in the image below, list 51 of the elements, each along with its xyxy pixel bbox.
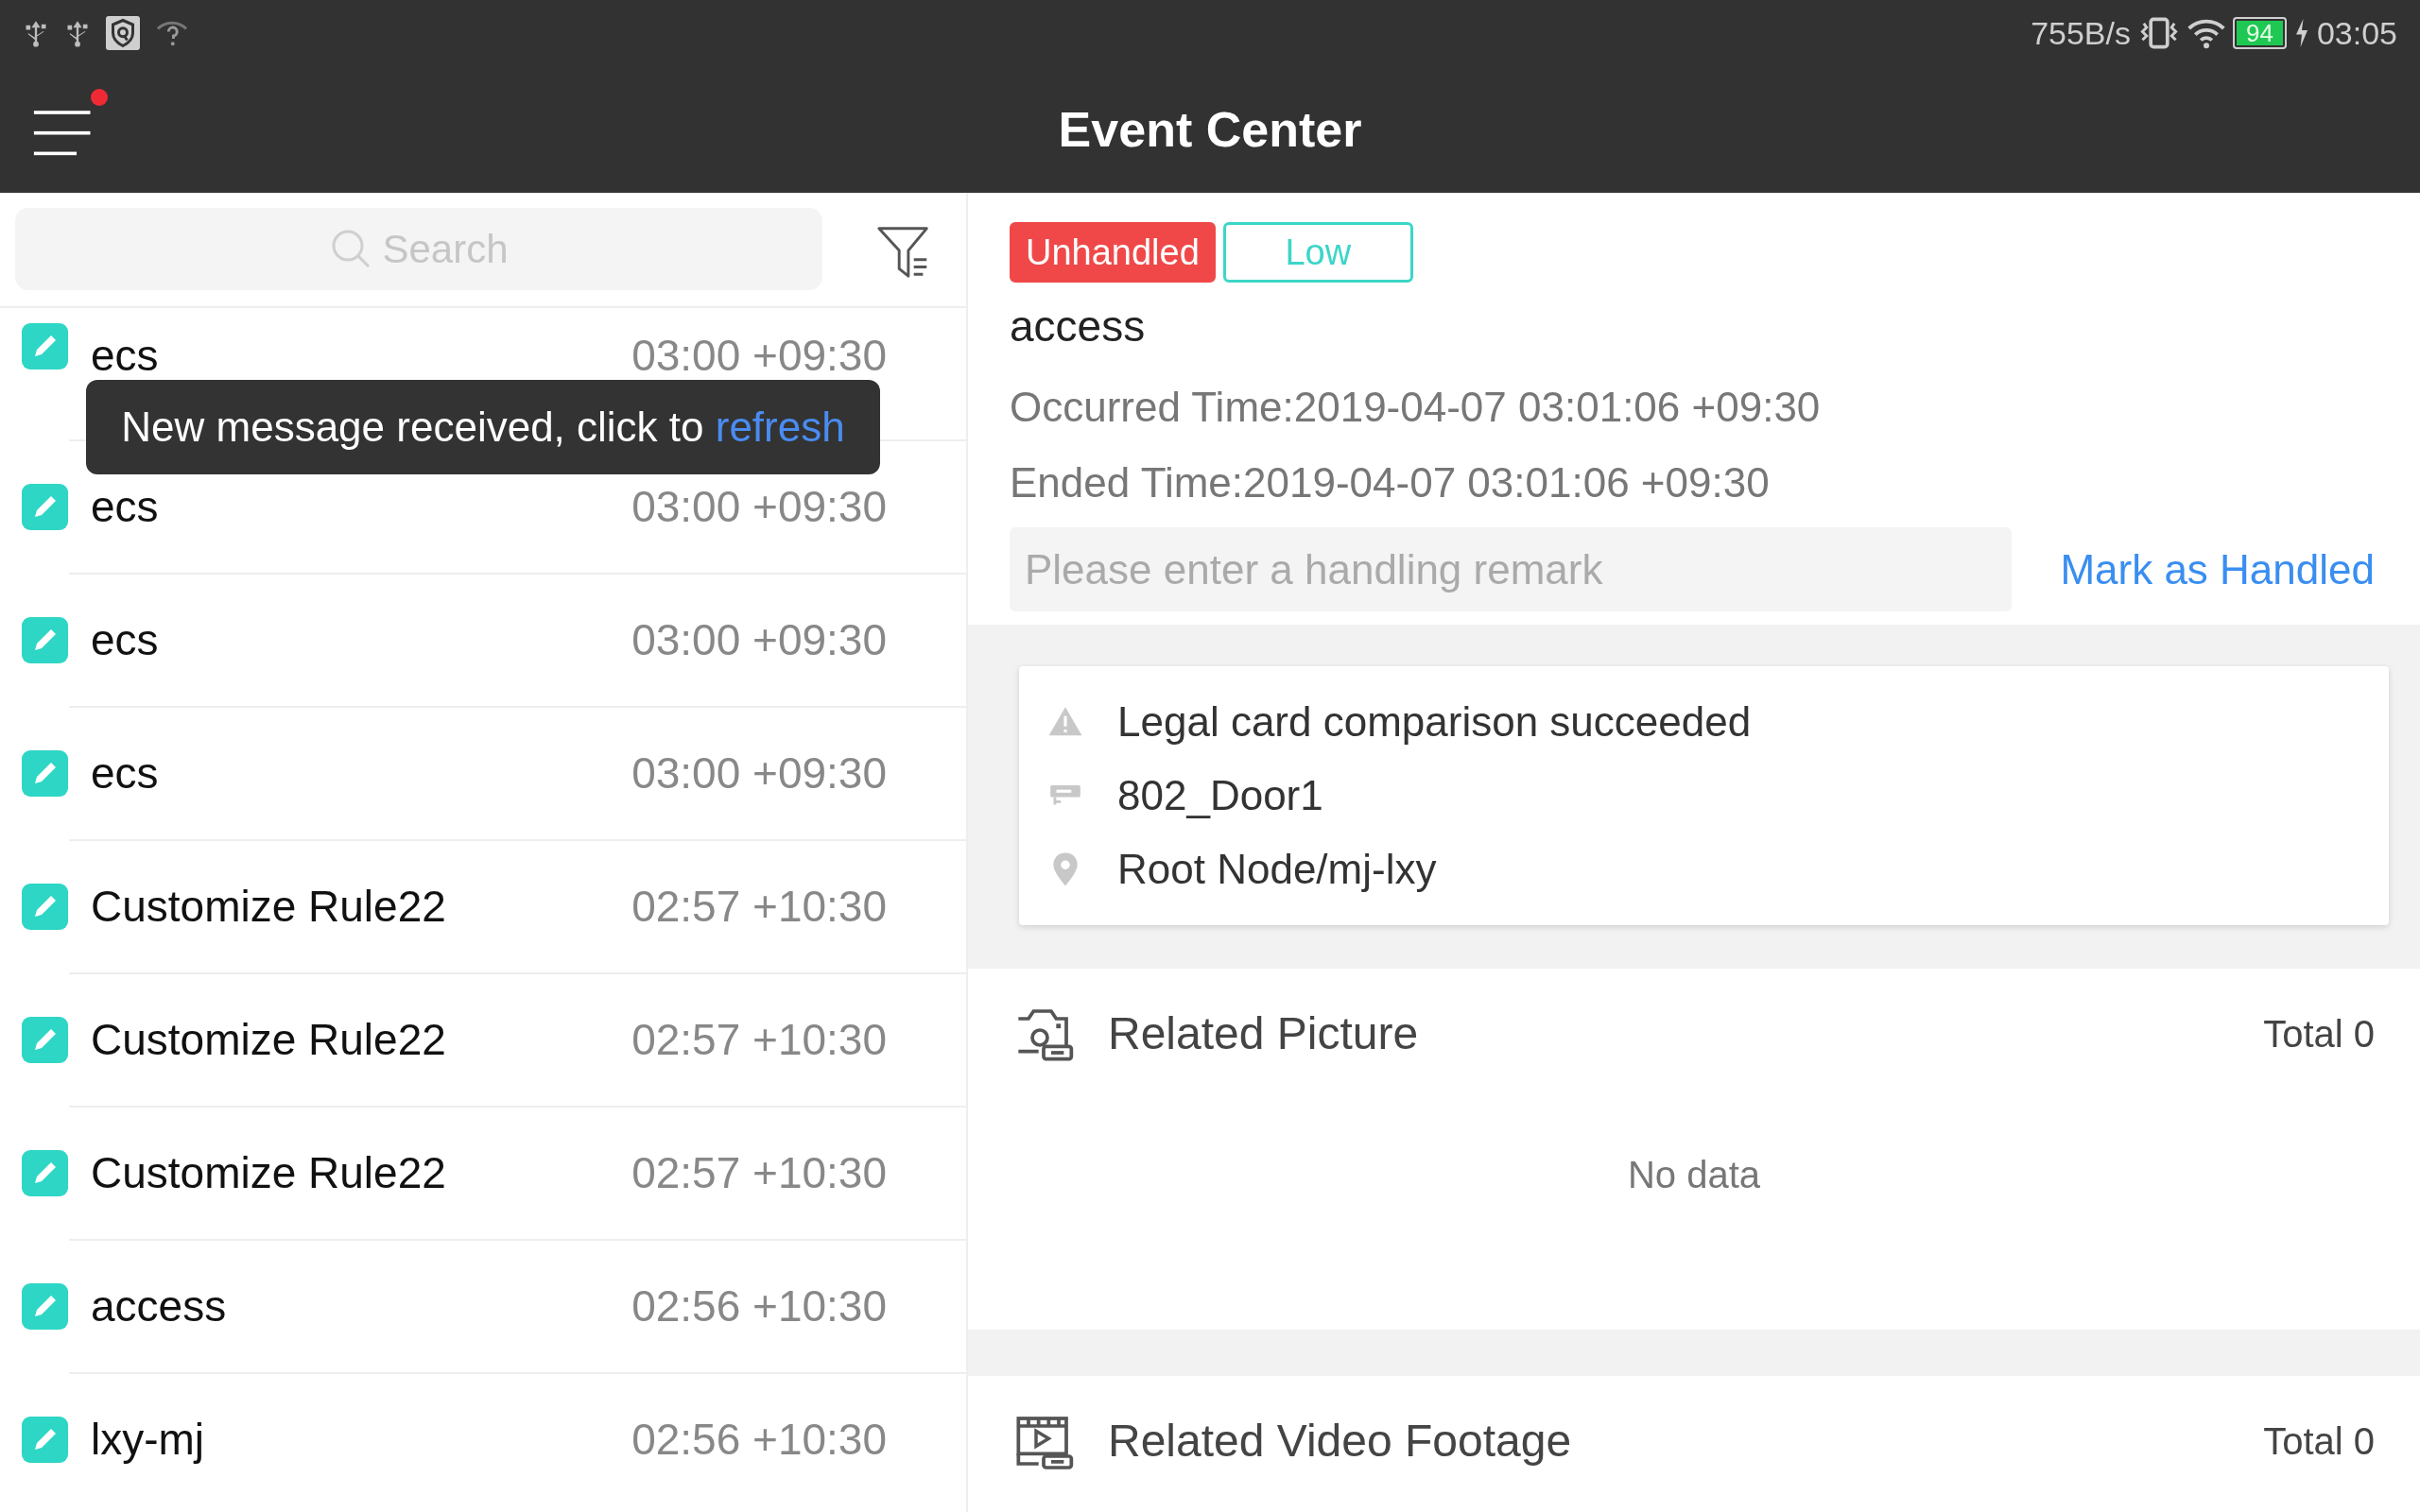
event-name[interactable]: lxy-mj — [91, 1407, 205, 1472]
edit-icon — [22, 484, 68, 530]
event-time: 02:57 +10:30 — [631, 1147, 887, 1199]
page-title: Event Center — [1058, 101, 1362, 159]
edit-icon — [22, 617, 68, 663]
event-name[interactable]: ecs — [91, 474, 159, 540]
edit-icon — [22, 1417, 68, 1463]
info-text: Legal card comparison succeeded — [1117, 697, 1752, 747]
charging-icon — [2293, 19, 2309, 47]
priority-tag: Low — [1222, 222, 1413, 283]
event-time: 02:56 +10:30 — [631, 1280, 887, 1332]
wifi-icon — [2187, 17, 2225, 49]
remark-field[interactable]: Please enter a handling remark — [1010, 527, 2012, 611]
edit-icon — [22, 1017, 68, 1063]
event-title: access — [1010, 301, 1147, 352]
clock-time: 03:05 — [2316, 13, 2397, 53]
event-name[interactable]: Customize Rule22 — [91, 1141, 446, 1206]
shield-icon — [106, 16, 140, 50]
event-time: 03:00 +09:30 — [631, 481, 887, 533]
status-tag: Unhandled — [1010, 222, 1216, 283]
ended-time: Ended Time:2019-04-07 03:01:06 +09:30 — [1010, 458, 1771, 507]
section-title: Related Picture — [1108, 1007, 1419, 1060]
event-time: 03:00 +09:30 — [631, 614, 887, 666]
event-name[interactable]: access — [91, 1274, 227, 1339]
total-count: Total 0 — [2263, 1419, 2375, 1464]
wifi-unknown-icon — [155, 19, 189, 47]
info-text: Root Node/mj-lxy — [1117, 845, 1437, 894]
total-count: Total 0 — [2263, 1012, 2375, 1057]
network-speed: 755B/s — [2031, 13, 2131, 53]
event-time: 02:57 +10:30 — [631, 1014, 887, 1066]
event-time: 03:00 +09:30 — [631, 747, 887, 799]
edit-icon — [22, 1283, 68, 1330]
event-time: 02:56 +10:30 — [631, 1414, 887, 1466]
edit-icon — [22, 1150, 68, 1196]
occurred-time: Occurred Time:2019-04-07 03:01:06 +09:30 — [1010, 383, 1822, 432]
event-name[interactable]: ecs — [91, 741, 159, 806]
battery-indicator: 94 — [2233, 17, 2287, 49]
event-time: 03:00 +09:30 — [631, 330, 887, 382]
edit-icon — [22, 323, 68, 369]
event-time: 02:57 +10:30 — [631, 881, 887, 933]
vibrate-icon — [2138, 16, 2180, 50]
edit-icon — [22, 750, 68, 797]
edit-icon — [22, 884, 68, 930]
refresh-link[interactable]: refresh — [715, 404, 845, 450]
info-text: 802_Door1 — [1117, 771, 1323, 820]
event-name[interactable]: Customize Rule22 — [91, 874, 446, 939]
event-name[interactable]: Customize Rule22 — [91, 1007, 446, 1073]
empty-message: No data — [1627, 1154, 1761, 1195]
event-name[interactable]: ecs — [91, 608, 159, 673]
section-title: Related Video Footage — [1108, 1415, 1572, 1468]
new-message-toast: New message received, click to refresh — [86, 380, 880, 474]
